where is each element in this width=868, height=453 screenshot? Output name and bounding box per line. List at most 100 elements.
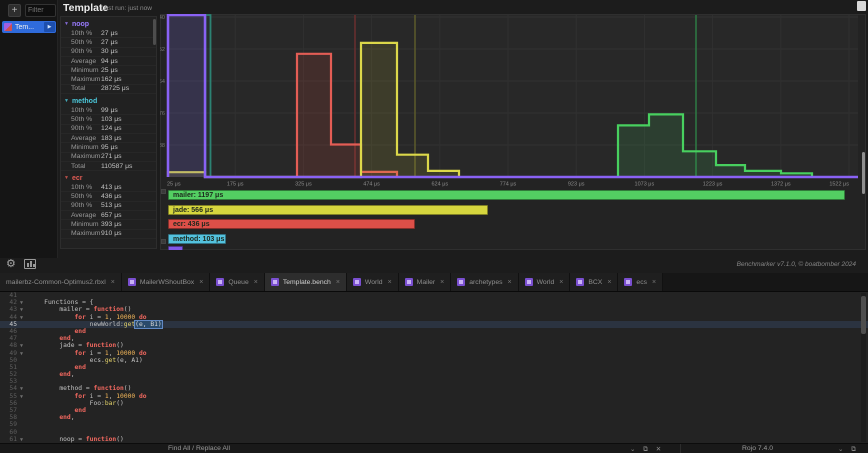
bars-scrollbar[interactable] bbox=[161, 189, 167, 249]
report-chart-icon[interactable] bbox=[24, 259, 36, 269]
stats-section-header-method[interactable]: ▼method bbox=[61, 96, 156, 106]
tab-archetypes[interactable]: archetypes× bbox=[451, 273, 518, 291]
stats-scrollbar[interactable] bbox=[153, 19, 156, 45]
stat-row: Minimum393 μs bbox=[61, 220, 156, 229]
code-line-41: 41 bbox=[0, 292, 868, 299]
add-benchmark-button[interactable]: + bbox=[8, 4, 21, 17]
tab-bcx[interactable]: BCX× bbox=[570, 273, 618, 291]
editor-tab-bar: mailerbz-Common-Optimus2.rbxl×MailerWSho… bbox=[0, 273, 868, 292]
close-icon[interactable]: × bbox=[199, 279, 203, 286]
code-line-56: 56 Foo:bar() bbox=[0, 400, 868, 407]
svg-text:1522 μs: 1522 μs bbox=[829, 182, 849, 188]
script-icon bbox=[525, 278, 533, 286]
result-bars: mailer: 1197 μsjade: 566 μsecr: 436 μsme… bbox=[161, 188, 863, 250]
code-line-54: 54▼ method = function() bbox=[0, 385, 868, 392]
code-line-49: 49▼ for i = 1, 10000 do bbox=[0, 350, 868, 357]
chart-scrollbar-thumb[interactable] bbox=[862, 152, 865, 194]
svg-text:923 μs: 923 μs bbox=[568, 182, 585, 188]
stats-panel: ▼noop10th %27 μs50th %27 μs90th %30 μsAv… bbox=[60, 16, 157, 249]
tab-mailerwshoutbox[interactable]: MailerWShoutBox× bbox=[122, 273, 211, 291]
run-benchmark-button[interactable]: ▶ bbox=[44, 22, 55, 32]
svg-text:752: 752 bbox=[160, 47, 165, 53]
script-icon bbox=[353, 278, 361, 286]
code-line-60: 60 bbox=[0, 429, 868, 436]
script-icon bbox=[405, 278, 413, 286]
chevron-down-icon[interactable]: ▼ bbox=[64, 98, 69, 104]
scroll-up-icon[interactable] bbox=[161, 189, 166, 194]
code-line-50: 50 ecs.get(e, A1) bbox=[0, 357, 868, 364]
svg-text:325 μs: 325 μs bbox=[295, 182, 312, 188]
editor-scrollbar[interactable] bbox=[861, 293, 866, 442]
dock-controls-left[interactable]: ⌄ ⧉ ✕ bbox=[630, 445, 664, 453]
close-icon[interactable]: × bbox=[254, 279, 258, 286]
tab-queue[interactable]: Queue× bbox=[210, 273, 265, 291]
code-line-59: 59 bbox=[0, 421, 868, 428]
svg-text:474 μs: 474 μs bbox=[363, 182, 380, 188]
tab-mailer[interactable]: Mailer× bbox=[399, 273, 452, 291]
svg-text:1073 μs: 1073 μs bbox=[635, 182, 655, 188]
close-icon[interactable]: × bbox=[559, 279, 563, 286]
close-icon[interactable]: × bbox=[440, 279, 444, 286]
result-bar-method: method: 103 μs bbox=[168, 234, 226, 244]
tab-ecs[interactable]: ecs× bbox=[618, 273, 663, 291]
code-line-61: 61▼ noop = function() bbox=[0, 436, 868, 443]
stat-row: Maximum271 μs bbox=[61, 153, 156, 162]
script-icon bbox=[457, 278, 465, 286]
tab-mailerbz-common-optimus2-rbxl[interactable]: mailerbz-Common-Optimus2.rbxl× bbox=[0, 273, 122, 291]
code-line-43: 43▼ mailer = function() bbox=[0, 306, 868, 313]
tab-world[interactable]: World× bbox=[519, 273, 571, 291]
stats-section-header-noop[interactable]: ▼noop bbox=[61, 19, 156, 29]
code-line-45: 45 newWorld:get(e, B1) bbox=[0, 321, 868, 328]
filter-input[interactable] bbox=[25, 4, 56, 17]
stat-row: Maximum162 μs bbox=[61, 75, 156, 84]
stat-row: Average657 μs bbox=[61, 211, 156, 220]
stats-section-header-ecr[interactable]: ▼ecr bbox=[61, 173, 156, 183]
stat-row: Average94 μs bbox=[61, 57, 156, 66]
top-right-scroll-thumb[interactable] bbox=[857, 1, 866, 11]
code-line-58: 58 end, bbox=[0, 414, 868, 421]
stat-row: Minimum25 μs bbox=[61, 66, 156, 75]
stat-row: 10th %99 μs bbox=[61, 106, 156, 115]
svg-text:940: 940 bbox=[160, 15, 165, 21]
close-icon[interactable]: × bbox=[388, 279, 392, 286]
code-line-47: 47 end, bbox=[0, 335, 868, 342]
chevron-down-icon[interactable]: ▼ bbox=[64, 21, 69, 27]
tab-template-bench[interactable]: Template.bench× bbox=[265, 273, 347, 291]
script-icon bbox=[271, 278, 279, 286]
dock-controls-right[interactable]: ⌄ ⧉ ✕ bbox=[838, 445, 868, 453]
result-bar-jade: jade: 566 μs bbox=[168, 205, 488, 215]
close-icon[interactable]: × bbox=[607, 279, 611, 286]
code-line-46: 46 end bbox=[0, 328, 868, 335]
chevron-down-icon[interactable]: ▼ bbox=[64, 175, 69, 181]
svg-text:564: 564 bbox=[160, 79, 165, 85]
stat-row: Total28725 μs bbox=[61, 85, 156, 94]
find-replace-label: Find All / Replace All bbox=[168, 445, 230, 452]
rojo-status-label: Rojo 7.4.0 bbox=[742, 445, 773, 452]
code-line-44: 44▼ for i = 1, 10000 do bbox=[0, 314, 868, 321]
svg-text:188: 188 bbox=[160, 143, 165, 149]
gear-icon[interactable]: ⚙ bbox=[6, 257, 16, 270]
svg-text:774 μs: 774 μs bbox=[500, 182, 517, 188]
stat-row: 50th %436 μs bbox=[61, 192, 156, 201]
version-credit: Benchmarker v7.1.0, © boatbomber 2024 bbox=[737, 261, 856, 268]
status-bar: Find All / Replace All ⌄ ⧉ ✕ Rojo 7.4.0 … bbox=[0, 443, 868, 453]
benchmark-module-icon bbox=[4, 23, 12, 31]
stat-row: 10th %413 μs bbox=[61, 183, 156, 192]
code-line-57: 57 end bbox=[0, 407, 868, 414]
close-icon[interactable]: × bbox=[652, 279, 656, 286]
svg-text:624 μs: 624 μs bbox=[431, 182, 448, 188]
close-icon[interactable]: × bbox=[111, 279, 115, 286]
close-icon[interactable]: × bbox=[508, 279, 512, 286]
svg-text:175 μs: 175 μs bbox=[227, 182, 244, 188]
svg-text:1223 μs: 1223 μs bbox=[703, 182, 723, 188]
result-bar-noop bbox=[168, 246, 183, 251]
close-icon[interactable]: × bbox=[336, 279, 340, 286]
sidebar-item-template[interactable]: Tem... ▶ bbox=[2, 21, 56, 33]
script-editor[interactable]: 4142▼ Functions = {43▼ mailer = function… bbox=[0, 292, 868, 443]
tab-world[interactable]: World× bbox=[347, 273, 399, 291]
scroll-down-icon[interactable] bbox=[161, 239, 166, 244]
stat-row: 50th %27 μs bbox=[61, 38, 156, 47]
script-icon bbox=[128, 278, 136, 286]
status-divider bbox=[680, 444, 681, 453]
stat-row: 10th %27 μs bbox=[61, 29, 156, 38]
